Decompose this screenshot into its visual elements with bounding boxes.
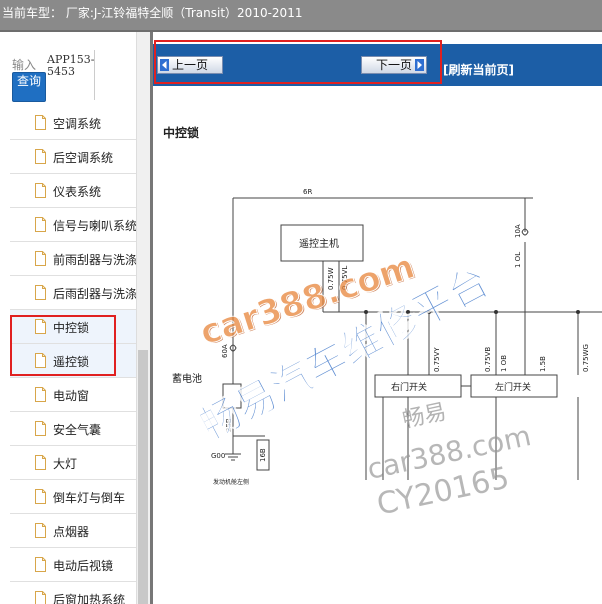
wire-16b-label: 16B [259,448,267,462]
query-button[interactable]: 查询 [12,72,46,102]
menu-item[interactable]: 信号与喇叭系统 [10,208,136,242]
menu-item[interactable]: 后雨刮器与洗涤 [10,276,136,310]
wire-1ob-label: 1 OB [500,355,508,372]
wiring-diagram: 6R 遥控主机 蓄电池 右门开关 左门开关 发动机舱左侧 G00 10A 1 O… [172,188,602,486]
document-icon [35,217,46,232]
menu-scrollbar-thumb[interactable] [138,350,148,604]
wire-15b-label: 1.5B [539,356,547,372]
menu-item[interactable]: 仪表系统 [10,174,136,208]
menu-highlight-box [10,315,116,376]
wire-075w-label: 0.75W [327,267,335,290]
wire-075wg-label: 0.75WG [582,344,590,372]
ground-label: G00 [211,452,225,460]
menu-item[interactable]: 倒车灯与倒车 [10,480,136,514]
document-icon [35,523,46,538]
document-icon [35,387,46,402]
menu-item[interactable]: 后空调系统 [10,140,136,174]
menu-item-label: 电动窗 [53,389,90,403]
menu-item[interactable]: 前雨刮器与洗涤 [10,242,136,276]
menu-item-label: 倒车灯与倒车 [53,491,126,505]
left-door-switch-label: 左门开关 [495,381,531,393]
menu-item-label: 后窗加热系统 [53,593,126,604]
menu-item[interactable]: 点烟器 [10,514,136,548]
app-code: APP153-5453 [47,53,95,78]
menu-item-label: 安全气囊 [53,423,102,437]
document-icon [35,591,46,604]
wire-075vy-label: 0.75VY [433,347,441,372]
menu-item-label: 信号与喇叭系统 [53,219,136,233]
vehicle-title-bar: 当前车型： 厂家:J-江铃福特全顺（Transit）2010-2011 [0,0,602,30]
menu-item-label: 后空调系统 [53,151,114,165]
menu-item[interactable]: 大灯 [10,446,136,480]
menu-item-label: 前雨刮器与洗涤 [53,253,136,267]
menu-item-label: 大灯 [53,457,78,471]
document-icon [35,183,46,198]
vehicle-title: 当前车型： 厂家:J-江铃福特全顺（Transit）2010-2011 [2,6,303,20]
wire-label-6r: 6R [303,188,312,196]
document-icon [35,455,46,470]
document-icon [35,149,46,164]
diagram-title: 中控锁 [163,126,200,140]
ground-location-note: 发动机舱左侧 [213,478,249,486]
wire-075vb-label: 0.75VB [484,347,492,372]
menu-item[interactable]: 电动后视镜 [10,548,136,582]
nav-highlight-box [154,40,442,84]
menu-item-label: 后雨刮器与洗涤 [53,287,136,301]
search-divider [94,50,95,100]
wire-075vl-label: 0.75VL [341,266,349,290]
remote-host-label: 遥控主机 [299,237,339,250]
wire-60a-label: 60A [221,344,229,358]
menu-item-label: 仪表系统 [53,185,102,199]
right-door-switch-label: 右门开关 [391,381,427,393]
menu-item[interactable]: 安全气囊 [10,412,136,446]
document-icon [35,115,46,130]
document-icon [35,285,46,300]
menu-item[interactable]: 空调系统 [10,106,136,140]
menu-item-label: 点烟器 [53,525,90,539]
wire-25b-label: 25B [225,418,233,432]
document-icon [35,251,46,266]
refresh-page-link[interactable]: [刷新当前页] [443,61,514,78]
menu-item-label: 电动后视镜 [53,559,114,573]
menu-item-label: 空调系统 [53,117,102,131]
menu-item[interactable]: 电动窗 [10,378,136,412]
document-icon [35,557,46,572]
wire-1ol-label: 1 OL [514,252,522,268]
document-icon [35,421,46,436]
document-icon [35,489,46,504]
menu-item[interactable]: 后窗加热系统 [10,582,136,604]
search-label: 输入 [12,58,37,72]
battery-label: 蓄电池 [172,372,202,385]
fuse-10a-label: 10A [514,224,522,238]
